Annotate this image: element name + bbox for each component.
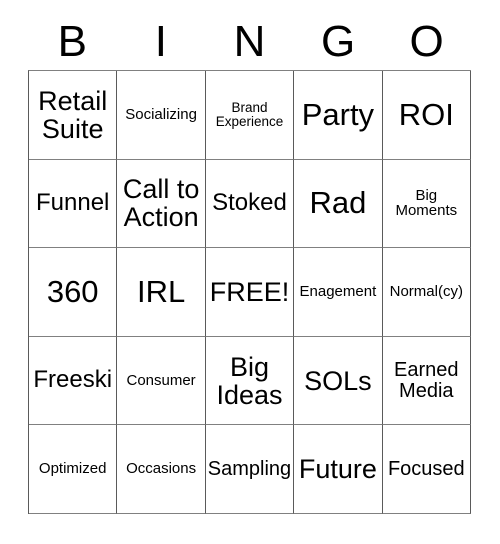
bingo-cell-label: Earned Media — [394, 358, 459, 402]
bingo-cell-label: Occasions — [126, 460, 197, 478]
bingo-cell[interactable]: Occasions — [117, 425, 206, 514]
bingo-cell-label: Focused — [387, 457, 465, 480]
bingo-cell-label: Socializing — [125, 106, 197, 123]
bingo-cell-label: Big Moments — [395, 186, 458, 220]
bingo-cell[interactable]: Earned Media — [382, 336, 471, 426]
bingo-cell-label: Big Ideas — [216, 351, 283, 410]
bingo-cell[interactable]: 360 — [29, 248, 118, 337]
bingo-cell-label: ROI — [398, 96, 454, 132]
bingo-cell-label: 360 — [46, 273, 99, 309]
bingo-cell[interactable]: Funnel — [29, 159, 118, 249]
bingo-cell[interactable]: FREE! — [205, 248, 295, 337]
bingo-cell[interactable]: Socializing — [117, 71, 206, 160]
bingo-grid: Retail Suite Socializing Brand Experience P… — [28, 70, 471, 514]
bingo-cell[interactable]: Focused — [382, 425, 471, 514]
bingo-cell[interactable]: Big Ideas — [205, 336, 295, 426]
bingo-cell[interactable]: Freeski — [29, 336, 118, 426]
bingo-cell[interactable]: Retail Suite — [29, 71, 118, 160]
bingo-cell[interactable]: SOLs — [294, 336, 383, 426]
bingo-cell[interactable]: Party — [294, 71, 383, 160]
bingo-cell-label: Consumer — [126, 371, 196, 389]
bingo-cell-label: IRL — [136, 273, 186, 309]
bingo-cell[interactable]: Normal(cy) — [382, 248, 471, 337]
bingo-cell[interactable]: ROI — [382, 71, 471, 160]
bingo-cell[interactable]: Optimized — [29, 425, 118, 514]
bingo-header-row: BINGO — [28, 14, 471, 70]
bingo-cell-label: Normal(cy) — [389, 283, 463, 301]
bingo-cell-label: Optimized — [38, 460, 107, 478]
bingo-cell[interactable]: Consumer — [117, 336, 206, 426]
bingo-cell-label: Stoked — [212, 188, 287, 216]
bingo-column-letter-n: N — [233, 17, 266, 66]
bingo-cell-label: SOLs — [304, 365, 372, 396]
bingo-cell-label: Sampling — [207, 457, 292, 480]
bingo-column-letter-i: I — [154, 17, 167, 66]
bingo-cell[interactable]: Rad — [294, 159, 383, 249]
bingo-cell[interactable]: Stoked — [205, 159, 295, 249]
bingo-column-letter-g: G — [320, 17, 356, 66]
bingo-cell[interactable]: Call to Action — [117, 159, 206, 249]
bingo-cell-label: Future — [298, 454, 377, 485]
bingo-cell[interactable]: Brand Experience — [205, 71, 295, 160]
bingo-cell-label: FREE! — [209, 276, 290, 307]
bingo-column-letter-b: B — [57, 17, 87, 66]
bingo-cell[interactable]: Sampling — [205, 425, 295, 514]
bingo-cell[interactable]: IRL — [117, 248, 206, 337]
bingo-card: B I N G O Retail Suite Socializing Brand Exper… — [0, 0, 500, 544]
bingo-cell-label: Funnel — [36, 188, 110, 216]
bingo-cell-label: Enagement — [299, 283, 377, 301]
bingo-cell-label: Rad — [309, 185, 367, 221]
bingo-cell[interactable]: Enagement — [294, 248, 383, 337]
bingo-cell-label: Retail Suite — [38, 85, 108, 144]
bingo-cell-label: Party — [301, 96, 375, 132]
bingo-cell[interactable]: Big Moments — [382, 159, 471, 249]
bingo-cell-label: Call to Action — [122, 174, 200, 233]
bingo-cell[interactable]: Future — [294, 425, 383, 514]
bingo-cell-label: Freeski — [33, 366, 113, 394]
bingo-cell-label: Brand Experience — [215, 99, 284, 129]
bingo-column-letter-o: O — [409, 17, 444, 66]
